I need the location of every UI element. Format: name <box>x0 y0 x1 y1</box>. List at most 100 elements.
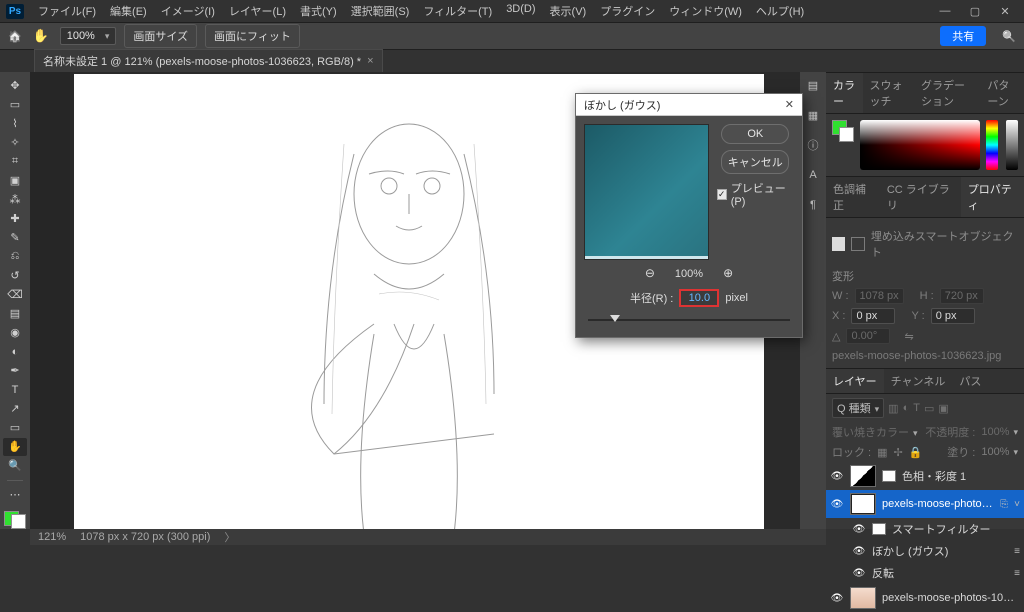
brush-tool[interactable]: ✎ <box>3 228 27 246</box>
hue-slider[interactable] <box>986 120 998 170</box>
y-value[interactable]: 0 px <box>931 308 975 324</box>
layer-smartobject[interactable]: pexels-moose-photos-1036623 ⎘ ˅ <box>826 490 1024 518</box>
stamp-tool[interactable]: ⎌ <box>3 247 27 265</box>
edit-toolbar[interactable]: ⋯ <box>3 486 27 504</box>
ok-button[interactable]: OK <box>721 124 789 144</box>
menu-filter[interactable]: フィルター(T) <box>417 0 498 22</box>
wand-tool[interactable]: ✧ <box>3 133 27 151</box>
menu-help[interactable]: ヘルプ(H) <box>750 0 810 22</box>
f-img-icon[interactable]: ▥ <box>888 402 898 415</box>
lock-pos-icon[interactable]: ✢ <box>894 446 903 459</box>
slider-knob[interactable] <box>610 315 620 322</box>
smart-filters-header[interactable]: スマートフィルター <box>826 518 1024 540</box>
radius-input[interactable]: 10.0 <box>679 289 719 307</box>
dodge-tool[interactable]: ◐ <box>3 343 27 361</box>
visibility-icon[interactable] <box>830 592 844 604</box>
preview-checkbox[interactable]: プレビュー(P) <box>717 180 794 208</box>
menu-layer[interactable]: レイヤー(L) <box>223 0 292 22</box>
gray-slider[interactable] <box>1006 120 1018 170</box>
close-icon[interactable]: × <box>367 55 373 67</box>
menu-select[interactable]: 選択範囲(S) <box>345 0 416 22</box>
pen-tool[interactable]: ✒ <box>3 362 27 380</box>
visibility-icon[interactable] <box>852 567 866 579</box>
visibility-icon[interactable] <box>852 523 866 535</box>
hand-tool[interactable]: ✋ <box>3 438 27 456</box>
history-brush-tool[interactable]: ↺ <box>3 266 27 284</box>
zoom-tool[interactable]: 🔍 <box>3 457 27 475</box>
tab-grad[interactable]: グラデーション <box>914 73 980 113</box>
cancel-button[interactable]: キャンセル <box>721 150 789 174</box>
zoom-field[interactable]: 100% <box>60 27 117 45</box>
layer-hue-sat[interactable]: 色相・彩度 1 <box>826 462 1024 490</box>
move-tool[interactable]: ✥ <box>3 76 27 94</box>
marquee-tool[interactable]: ▭ <box>3 95 27 113</box>
layer-image[interactable]: pexels-moose-photos-1036623 <box>826 584 1024 612</box>
maximize-button[interactable]: ▢ <box>962 2 988 20</box>
lasso-tool[interactable]: ⌇ <box>3 114 27 132</box>
f-txt-icon[interactable]: T <box>913 402 920 415</box>
background-color[interactable] <box>11 514 26 529</box>
fit-screen-button[interactable]: 画面サイズ <box>124 24 197 48</box>
zoom-in-icon[interactable]: ⊕ <box>723 266 733 281</box>
color-spectrum[interactable] <box>860 120 980 170</box>
tab-pattern[interactable]: パターン <box>980 73 1024 113</box>
menu-edit[interactable]: 編集(E) <box>104 0 153 22</box>
actions-icon[interactable]: ▦ <box>804 106 822 124</box>
chevron-right-icon[interactable]: 〉 <box>224 529 235 545</box>
dialog-preview[interactable] <box>584 124 709 260</box>
fx-edit-icon[interactable]: ≡ <box>1014 568 1020 579</box>
menu-file[interactable]: ファイル(F) <box>32 0 102 22</box>
document-tab[interactable]: 名称未設定 1 @ 121% (pexels-moose-photos-1036… <box>34 49 383 72</box>
minimize-button[interactable]: — <box>932 2 958 20</box>
crop-tool[interactable]: ⌗ <box>3 152 27 170</box>
filter-invert[interactable]: 反転 ≡ <box>826 562 1024 584</box>
char-icon[interactable]: A <box>804 166 822 184</box>
menu-view[interactable]: 表示(V) <box>544 0 593 22</box>
visibility-icon[interactable] <box>830 498 844 510</box>
filter-kind[interactable]: Q 種類 <box>832 398 884 418</box>
menu-window[interactable]: ウィンドウ(W) <box>663 0 748 22</box>
f-adj-icon[interactable]: ◐ <box>903 402 910 415</box>
lock-pixel-icon[interactable]: ▦ <box>877 446 887 459</box>
share-button[interactable]: 共有 <box>940 26 986 46</box>
menu-3d[interactable]: 3D(D) <box>500 0 541 22</box>
fill-value[interactable]: 100% <box>981 446 1018 458</box>
color-chips[interactable] <box>4 511 26 529</box>
frame-tool[interactable]: ▣ <box>3 171 27 189</box>
opacity-value[interactable]: 100% <box>981 426 1018 438</box>
heal-tool[interactable]: ✚ <box>3 209 27 227</box>
visibility-icon[interactable] <box>852 545 866 557</box>
visibility-icon[interactable] <box>830 470 844 482</box>
type-tool[interactable]: T <box>3 381 27 399</box>
menu-type[interactable]: 書式(Y) <box>294 0 343 22</box>
tab-properties[interactable]: プロパティ <box>961 177 1024 217</box>
tab-paths[interactable]: パス <box>952 369 988 393</box>
menu-plugin[interactable]: プラグイン <box>594 0 661 22</box>
close-icon[interactable]: ✕ <box>785 98 794 111</box>
flip-h-icon[interactable]: ⇋ <box>904 330 913 343</box>
home-icon[interactable]: 🏠 <box>8 30 22 43</box>
info-icon[interactable]: ⓘ <box>804 136 822 154</box>
status-zoom[interactable]: 121% <box>38 531 66 543</box>
gradient-tool[interactable]: ▤ <box>3 305 27 323</box>
filter-gaussian-blur[interactable]: ぼかし (ガウス) ≡ <box>826 540 1024 562</box>
tab-layers[interactable]: レイヤー <box>826 369 884 393</box>
f-smt-icon[interactable]: ▣ <box>938 402 948 415</box>
chevron-down-icon[interactable]: ˅ <box>1014 499 1020 510</box>
blend-mode[interactable]: 覆い焼きカラー <box>832 424 919 440</box>
panel-background[interactable] <box>839 127 854 142</box>
para-icon[interactable]: ¶ <box>804 196 822 214</box>
x-value[interactable]: 0 px <box>851 308 895 324</box>
radius-slider[interactable] <box>588 313 790 327</box>
tab-adjustments[interactable]: 色調補正 <box>826 177 880 217</box>
panel-color-chips[interactable] <box>832 120 854 142</box>
path-tool[interactable]: ↗ <box>3 400 27 418</box>
history-icon[interactable]: ▤ <box>804 76 822 94</box>
tab-channels[interactable]: チャンネル <box>884 369 953 393</box>
checkbox-icon[interactable] <box>717 189 727 200</box>
eyedropper-tool[interactable]: ⁂ <box>3 190 27 208</box>
tab-cclib[interactable]: CC ライブラリ <box>880 177 961 217</box>
close-button[interactable]: ✕ <box>992 2 1018 20</box>
f-shp-icon[interactable]: ▭ <box>924 402 934 415</box>
zoom-out-icon[interactable]: ⊖ <box>645 266 655 281</box>
